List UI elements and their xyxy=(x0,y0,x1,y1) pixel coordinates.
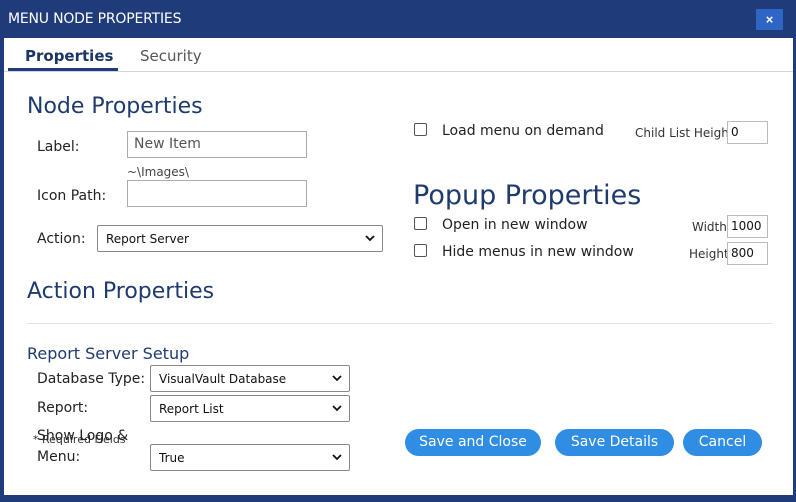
open-new-window-label: Open in new window xyxy=(442,217,588,233)
report-server-setup-heading: Report Server Setup xyxy=(27,344,190,363)
dialog-title: MENU NODE PROPERTIES xyxy=(8,11,182,27)
report-value: Report List xyxy=(159,402,224,416)
title-bar: MENU NODE PROPERTIES × xyxy=(0,0,796,38)
show-logo-value: True xyxy=(159,451,185,465)
save-and-close-button[interactable]: Save and Close xyxy=(405,429,541,456)
height-input[interactable]: 800 xyxy=(727,242,768,265)
node-properties-heading: Node Properties xyxy=(27,94,203,119)
action-select-value: Report Server xyxy=(106,232,189,246)
icon-path-hint: ~\Images\ xyxy=(127,165,189,179)
close-icon: × xyxy=(765,12,774,27)
cancel-button[interactable]: Cancel xyxy=(683,429,762,456)
database-type-value: VisualVault Database xyxy=(159,372,287,386)
hide-menus-label: Hide menus in new window xyxy=(442,244,634,260)
label-input[interactable]: New Item xyxy=(127,131,307,158)
report-label: Report: xyxy=(37,400,89,416)
chevron-down-icon xyxy=(332,375,342,382)
popup-properties-heading: Popup Properties xyxy=(413,180,642,211)
tab-security[interactable]: Security xyxy=(140,47,202,65)
active-tab-indicator xyxy=(8,68,118,71)
hide-menus-checkbox[interactable] xyxy=(414,244,427,257)
chevron-down-icon xyxy=(332,405,342,412)
show-logo-label-line2: Menu: xyxy=(37,449,81,465)
child-list-height-input[interactable]: 0 xyxy=(727,121,768,144)
database-type-select[interactable]: VisualVault Database xyxy=(150,365,350,392)
action-properties-heading: Action Properties xyxy=(27,279,215,304)
open-new-window-checkbox[interactable] xyxy=(414,217,427,230)
save-details-button[interactable]: Save Details xyxy=(555,429,674,456)
icon-path-input[interactable] xyxy=(127,180,307,207)
menu-node-properties-dialog: MENU NODE PROPERTIES × Properties Securi… xyxy=(0,0,796,502)
load-on-demand-checkbox[interactable] xyxy=(414,123,427,136)
action-label: Action: xyxy=(37,231,86,247)
tab-strip: Properties Security xyxy=(4,38,793,72)
width-input[interactable]: 1000 xyxy=(727,215,768,238)
child-list-height-label: Child List Height: xyxy=(635,126,738,140)
section-divider xyxy=(27,323,772,324)
chevron-down-icon xyxy=(332,454,342,461)
dialog-body: Properties Security Node Properties Labe… xyxy=(4,38,793,495)
width-label: Width xyxy=(692,220,727,234)
close-button[interactable]: × xyxy=(756,9,783,30)
action-select[interactable]: Report Server xyxy=(97,225,383,252)
label-field-label: Label: xyxy=(37,139,80,155)
show-logo-label-line1: Show Logo & xyxy=(37,428,129,444)
database-type-label: Database Type: xyxy=(37,371,146,387)
icon-path-label: Icon Path: xyxy=(37,188,107,204)
chevron-down-icon xyxy=(365,235,375,242)
load-on-demand-label: Load menu on demand xyxy=(442,123,604,139)
show-logo-select[interactable]: True xyxy=(150,444,350,471)
height-label: Height xyxy=(689,247,729,261)
tab-properties[interactable]: Properties xyxy=(25,47,113,65)
report-select[interactable]: Report List xyxy=(150,395,350,422)
